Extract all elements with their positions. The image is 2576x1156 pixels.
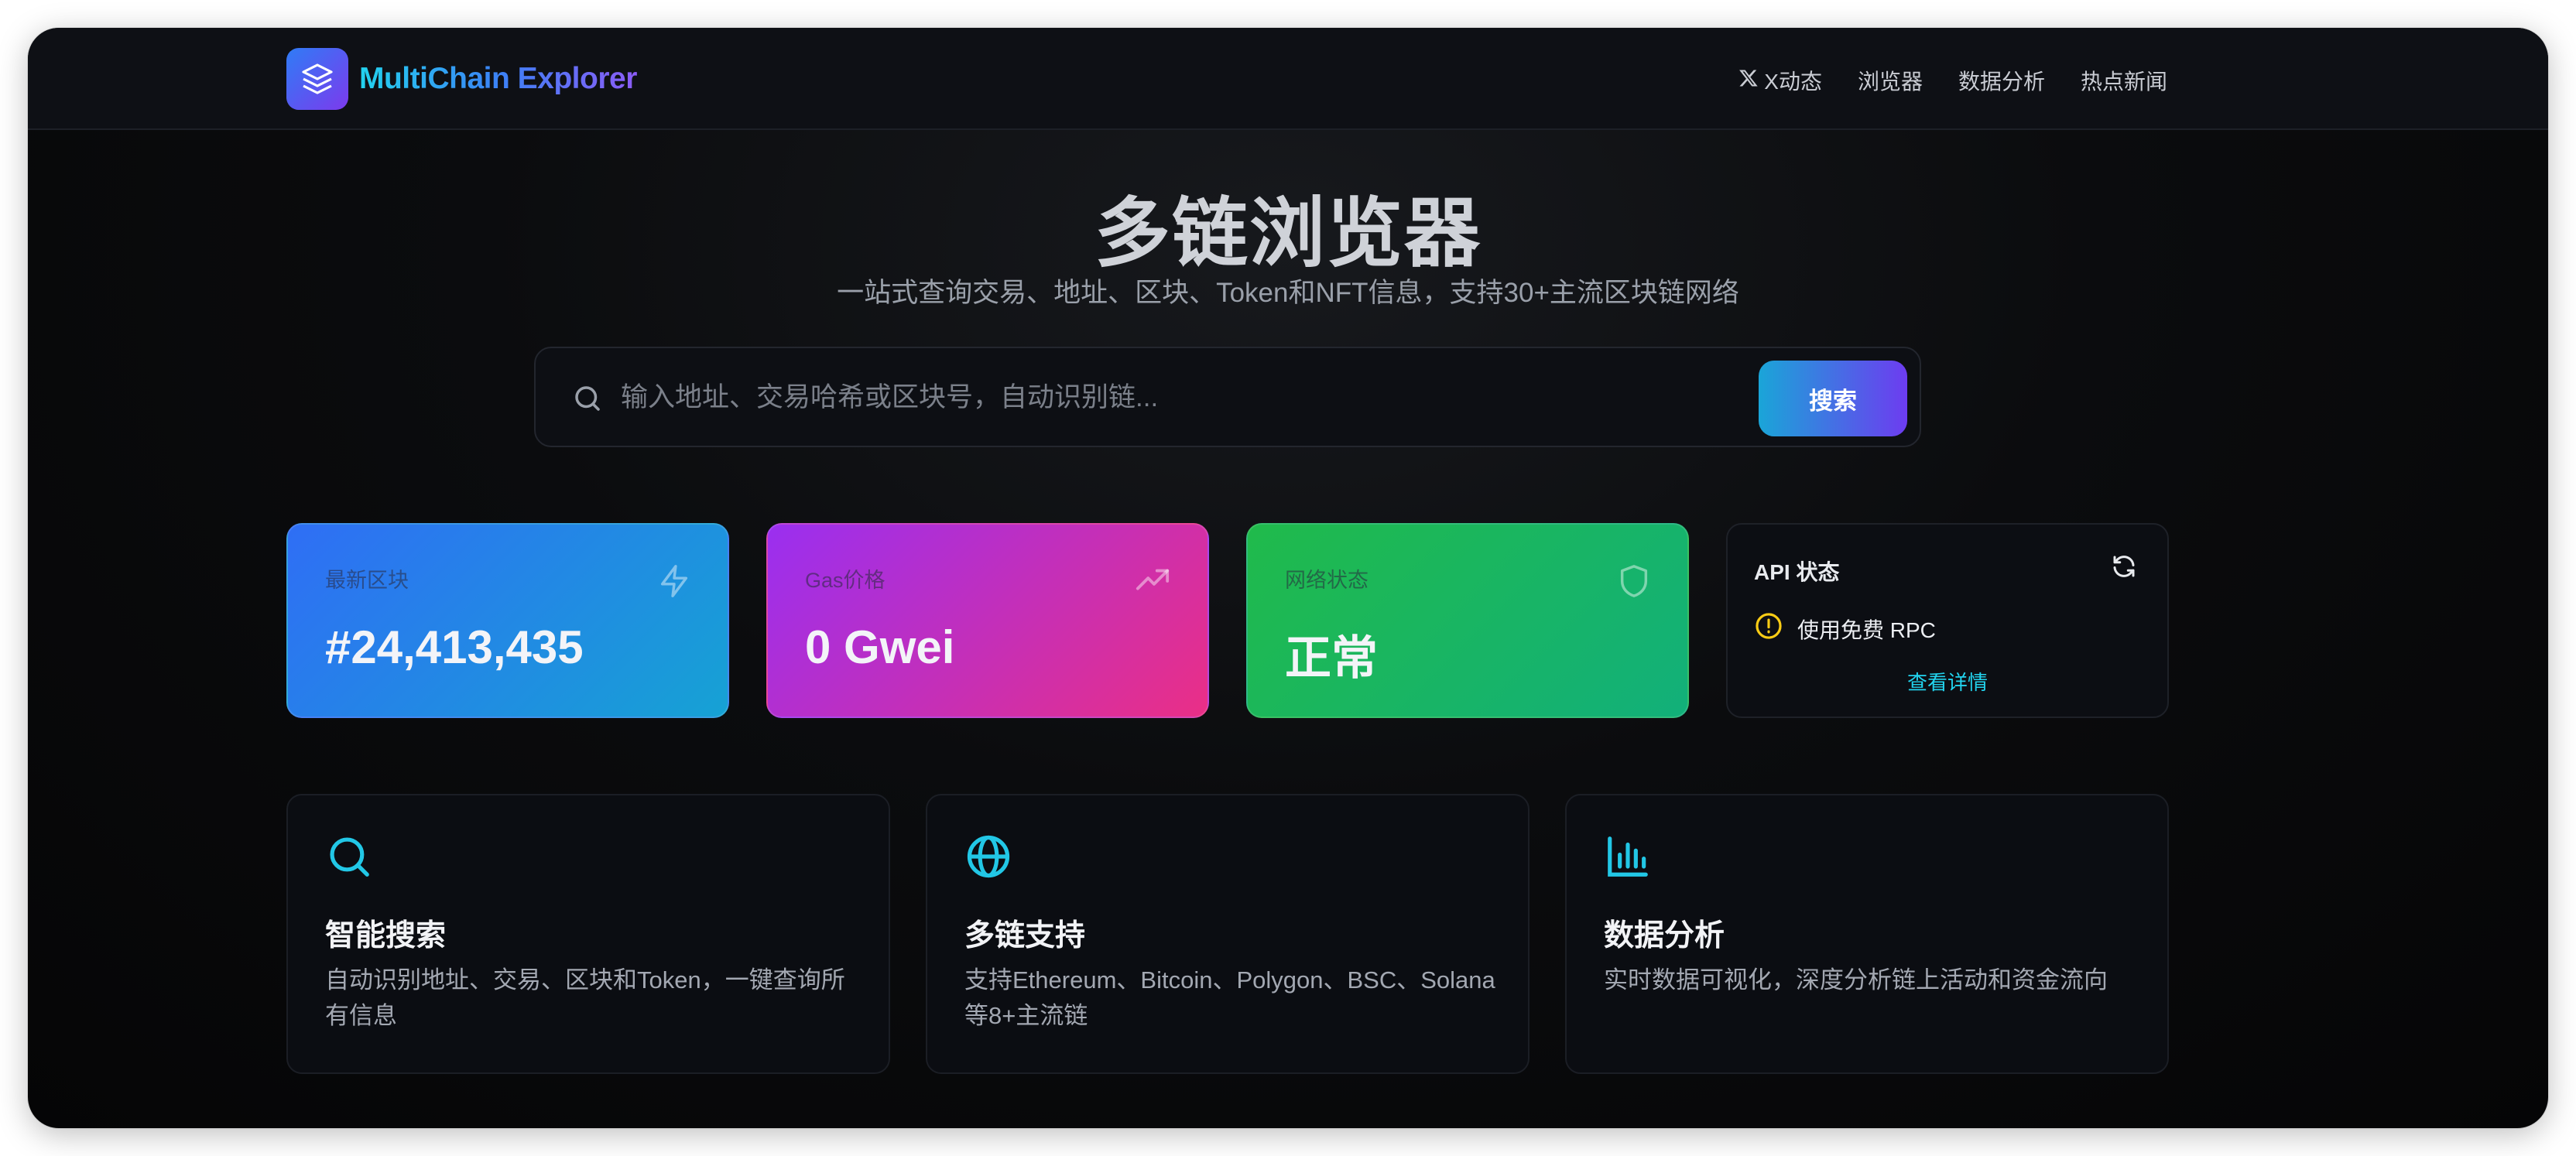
api-status-title: API 状态: [1754, 560, 1840, 584]
feature-title: 数据分析: [1604, 919, 1725, 953]
stat-value: 正常: [1285, 632, 1378, 684]
globe-icon: [964, 833, 1012, 884]
nav-news[interactable]: 热点新闻: [2081, 65, 2167, 96]
brand-name: MultiChain Explorer: [359, 62, 637, 95]
stat-card-gas-price[interactable]: Gas价格 0 Gwei: [766, 523, 1209, 718]
stat-label: Gas价格: [805, 569, 886, 592]
top-navbar: MultiChain Explorer X动态 浏览器 数据分析 热点新闻: [28, 28, 2548, 130]
bar-chart-icon: [1604, 833, 1652, 884]
feature-card-multichain[interactable]: 多链支持 支持Ethereum、Bitcoin、Polygon、BSC、Sola…: [926, 794, 1530, 1074]
nav-analytics[interactable]: 数据分析: [1958, 65, 2045, 96]
stat-label: 最新区块: [325, 569, 409, 592]
brand[interactable]: MultiChain Explorer: [286, 48, 637, 110]
search-bar: 搜索: [534, 347, 1921, 447]
layers-logo-icon: [286, 48, 348, 110]
feature-description: 支持Ethereum、Bitcoin、Polygon、BSC、Solana等8+…: [964, 966, 1495, 1029]
api-status-text: 使用免费 RPC: [1797, 617, 1936, 642]
feature-title: 多链支持: [964, 919, 1086, 953]
search-icon: [571, 382, 604, 419]
nav-analytics-label: 数据分析: [1958, 70, 2045, 94]
app-window: MultiChain Explorer X动态 浏览器 数据分析 热点新闻 多链…: [28, 28, 2548, 1128]
stat-value: #24,413,435: [325, 621, 584, 673]
feature-title: 智能搜索: [325, 919, 447, 953]
nav-explorer[interactable]: 浏览器: [1858, 65, 1923, 96]
main-nav: X动态 浏览器 数据分析 热点新闻: [1738, 65, 2167, 96]
nav-explorer-label: 浏览器: [1857, 70, 1923, 94]
search-button[interactable]: 搜索: [1759, 361, 1907, 436]
feature-description: 实时数据可视化，深度分析链上活动和资金流向: [1604, 966, 2108, 994]
shield-icon: [1616, 563, 1652, 603]
page-title: 多链浏览器: [1094, 190, 1482, 275]
page-subtitle: 一站式查询交易、地址、区块、Token和NFT信息，支持30+主流区块链网络: [837, 278, 1739, 308]
api-status-row: 使用免费 RPC: [1754, 611, 1936, 646]
stat-value: 0 Gwei: [805, 621, 955, 673]
nav-news-label: 热点新闻: [2080, 70, 2167, 94]
api-status-card: API 状态 使用免费 RPC 查看详情: [1726, 523, 2169, 718]
feature-card-analytics[interactable]: 数据分析 实时数据可视化，深度分析链上活动和资金流向: [1565, 794, 2169, 1074]
refresh-icon[interactable]: [2110, 552, 2138, 584]
nav-x-feed[interactable]: X动态: [1738, 65, 1822, 96]
trending-up-icon: [1133, 563, 1172, 603]
stat-label: 网络状态: [1285, 569, 1368, 592]
stat-card-network-status[interactable]: 网络状态 正常: [1246, 523, 1689, 718]
lightning-icon: [656, 563, 692, 603]
stat-card-latest-block[interactable]: 最新区块 #24,413,435: [286, 523, 729, 718]
view-details-link[interactable]: 查看详情: [1728, 667, 2167, 696]
x-logo-icon: [1738, 67, 1759, 94]
search-icon: [325, 833, 373, 884]
warning-circle-icon: [1754, 611, 1783, 646]
feature-description: 自动识别地址、交易、区块和Token，一键查询所有信息: [325, 966, 845, 1029]
nav-x-feed-label: X动态: [1764, 70, 1822, 94]
search-input[interactable]: [621, 371, 1782, 424]
feature-card-smart-search[interactable]: 智能搜索 自动识别地址、交易、区块和Token，一键查询所有信息: [286, 794, 890, 1074]
